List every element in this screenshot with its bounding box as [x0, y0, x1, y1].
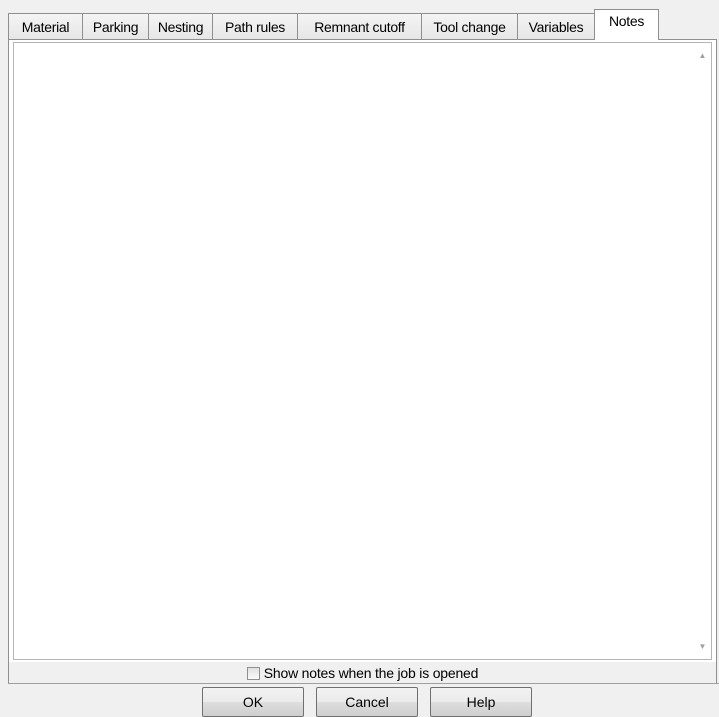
- help-button[interactable]: Help: [430, 687, 532, 717]
- notes-tab-panel: ▲ ▼ Show notes when the job is opened: [8, 39, 717, 684]
- tab-bar-filler: [659, 13, 719, 40]
- tab-notes[interactable]: Notes: [594, 9, 659, 40]
- ok-button[interactable]: OK: [202, 687, 304, 717]
- tab-nesting[interactable]: Nesting: [148, 13, 212, 40]
- notes-textarea[interactable]: [14, 43, 694, 659]
- scroll-down-arrow-icon[interactable]: ▼: [694, 638, 711, 655]
- tab-variables[interactable]: Variables: [517, 13, 595, 40]
- tab-parking[interactable]: Parking: [82, 13, 148, 40]
- cancel-button[interactable]: Cancel: [316, 687, 418, 717]
- scroll-up-arrow-icon[interactable]: ▲: [694, 47, 711, 64]
- dialog-button-bar: OK Cancel Help: [8, 684, 719, 717]
- tab-path-rules[interactable]: Path rules: [212, 13, 297, 40]
- show-notes-checkbox[interactable]: [246, 666, 260, 680]
- tab-remnant-cutoff[interactable]: Remnant cutoff: [297, 13, 421, 40]
- tab-bar: Material Parking Nesting Path rules Remn…: [8, 9, 719, 40]
- notes-text-area-frame: ▲ ▼: [13, 42, 712, 660]
- show-notes-checkbox-label[interactable]: Show notes when the job is opened: [264, 665, 479, 681]
- tab-tool-change[interactable]: Tool change: [421, 13, 517, 40]
- show-notes-option: Show notes when the job is opened: [9, 662, 716, 684]
- vertical-scrollbar[interactable]: ▲ ▼: [694, 43, 711, 659]
- tab-material[interactable]: Material: [8, 13, 82, 40]
